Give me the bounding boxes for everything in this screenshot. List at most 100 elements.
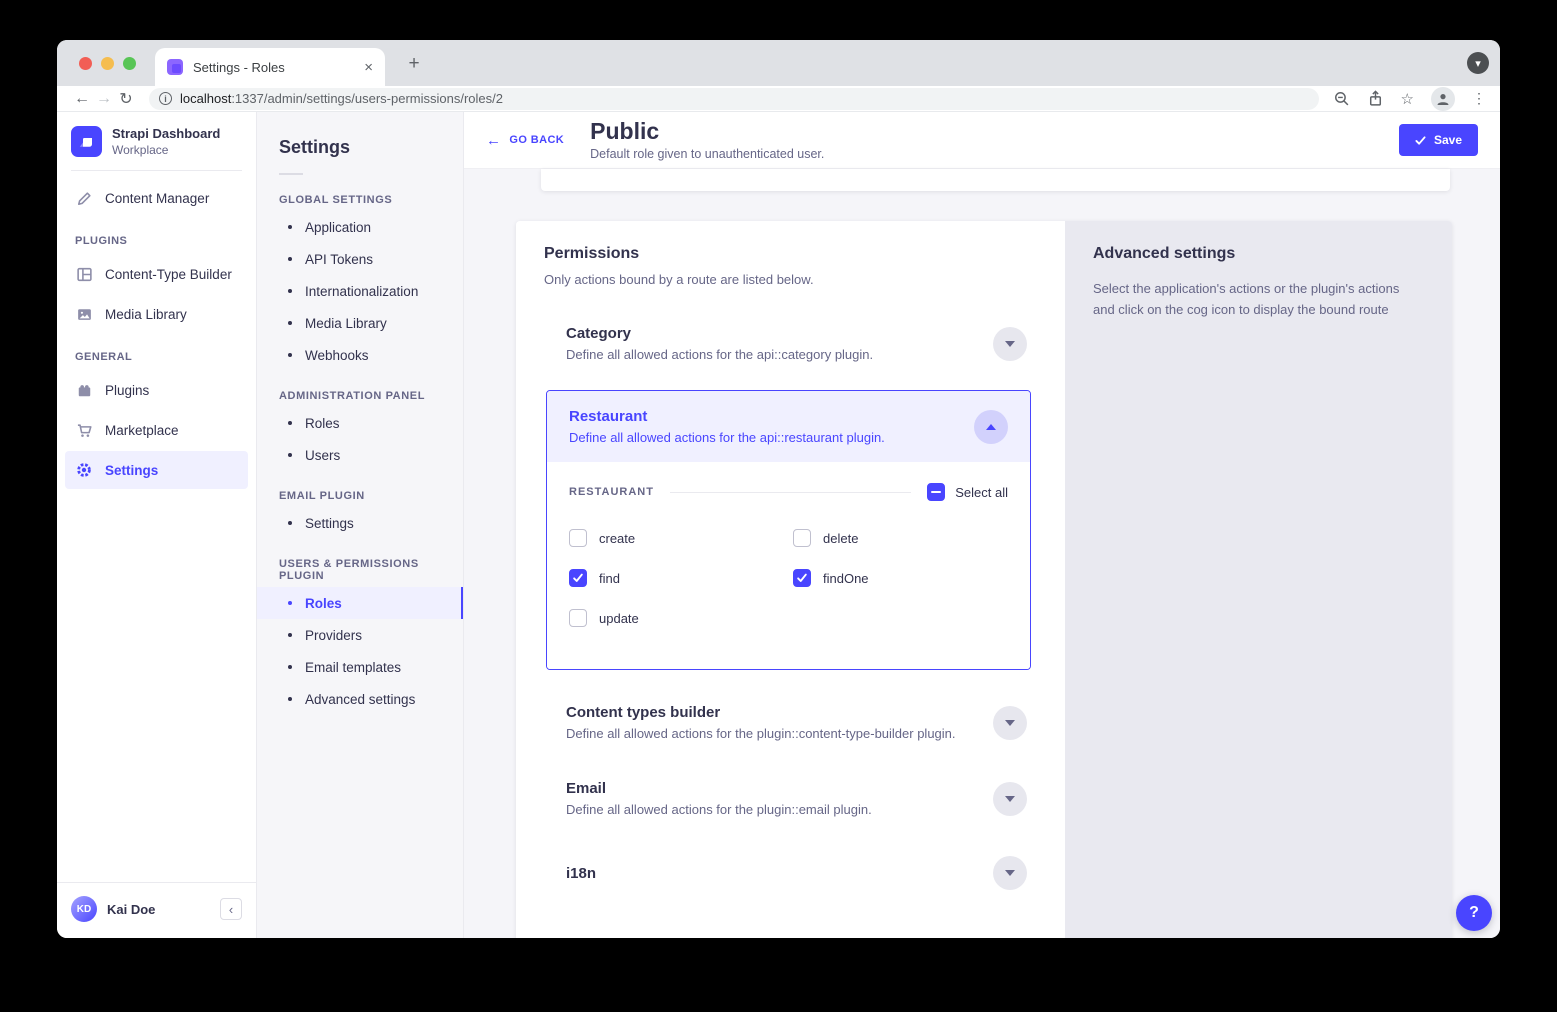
sidebar-item-plugins[interactable]: Plugins (65, 371, 248, 409)
address-bar[interactable]: i localhost:1337/admin/settings/users-pe… (149, 88, 1319, 110)
sidebar-item-settings[interactable]: Settings (65, 451, 248, 489)
tab-strip: Settings - Roles × + ▾ (57, 40, 1500, 86)
pen-icon (75, 189, 93, 207)
help-button[interactable]: ? (1456, 895, 1492, 931)
strapi-logo-icon (71, 126, 102, 157)
minimize-window-button[interactable] (101, 57, 114, 70)
subnav-item-label: Roles (305, 416, 340, 431)
subnav-item-providers[interactable]: Providers (257, 619, 463, 651)
select-all-control[interactable]: Select all (927, 483, 1008, 501)
zoom-window-button[interactable] (123, 57, 136, 70)
update-checkbox[interactable] (569, 609, 587, 627)
expand-i18n-button[interactable] (993, 856, 1027, 890)
permission-create[interactable]: create (569, 529, 793, 547)
page-title: Public (590, 119, 824, 144)
restaurant-group-row: RESTAURANT Select all (569, 483, 1008, 501)
divider (279, 173, 303, 175)
permission-label: update (599, 611, 639, 626)
permission-update[interactable]: update (569, 609, 793, 627)
subnav-item-admin-roles[interactable]: Roles (257, 407, 463, 439)
permission-find[interactable]: find (569, 569, 793, 587)
subnav-item-media-library[interactable]: Media Library (257, 307, 463, 339)
accordion-content-types-builder[interactable]: Content types builder Define all allowed… (544, 704, 1037, 741)
subnav-item-up-roles[interactable]: Roles (257, 587, 463, 619)
advanced-settings-heading: Advanced settings (1093, 245, 1424, 263)
subnav-item-advanced-settings[interactable]: Advanced settings (257, 683, 463, 715)
subnav-item-api-tokens[interactable]: API Tokens (257, 243, 463, 275)
site-info-icon[interactable]: i (159, 92, 172, 105)
avatar[interactable]: KD (71, 896, 97, 922)
sidebar-item-media-library[interactable]: Media Library (65, 295, 248, 333)
accordion-category[interactable]: Category Define all allowed actions for … (544, 325, 1037, 362)
close-window-button[interactable] (79, 57, 92, 70)
url-host: localhost (180, 91, 231, 106)
findone-checkbox[interactable] (793, 569, 811, 587)
subnav-item-application[interactable]: Application (257, 211, 463, 243)
share-icon[interactable] (1367, 90, 1384, 107)
page-subtitle: Default role given to unauthenticated us… (590, 147, 824, 161)
accordion-description: Define all allowed actions for the api::… (566, 347, 873, 362)
zoom-out-icon[interactable] (1333, 90, 1350, 107)
sidebar-item-label: Settings (105, 463, 158, 478)
bullet-dot (288, 633, 292, 637)
collapse-sidebar-button[interactable]: ‹ (220, 898, 242, 920)
bookmark-star-icon[interactable]: ☆ (1401, 90, 1414, 108)
subnav-item-label: Providers (305, 628, 362, 643)
cart-icon (75, 421, 93, 439)
reload-icon[interactable]: ↻ (115, 89, 137, 109)
bullet-dot (288, 257, 292, 261)
permission-delete[interactable]: delete (793, 529, 1008, 547)
tab-title: Settings - Roles (193, 60, 356, 75)
subnav-item-email-templates[interactable]: Email templates (257, 651, 463, 683)
accordion-i18n[interactable]: i18n (544, 856, 1037, 890)
caret-down-icon (1005, 870, 1015, 876)
browser-tab[interactable]: Settings - Roles × (155, 48, 385, 86)
forward-icon: → (93, 90, 115, 108)
accordion-email[interactable]: Email Define all allowed actions for the… (544, 780, 1037, 817)
find-checkbox[interactable] (569, 569, 587, 587)
permissions-checkbox-grid: create delete find (569, 529, 1008, 627)
subnav-item-admin-users[interactable]: Users (257, 439, 463, 471)
tab-search-icon[interactable]: ▾ (1467, 52, 1489, 74)
delete-checkbox[interactable] (793, 529, 811, 547)
expand-content-types-builder-button[interactable] (993, 706, 1027, 740)
advanced-settings-description: Select the application's actions or the … (1093, 279, 1424, 321)
save-label: Save (1434, 133, 1462, 147)
subnav-item-webhooks[interactable]: Webhooks (257, 339, 463, 371)
sidebar-footer: KD Kai Doe ‹ (57, 883, 256, 938)
workspace-brand[interactable]: Strapi Dashboard Workplace (57, 112, 256, 168)
sidebar-item-marketplace[interactable]: Marketplace (65, 411, 248, 449)
select-all-checkbox[interactable] (927, 483, 945, 501)
sidebar-item-content-manager[interactable]: Content Manager (65, 179, 248, 217)
subnav-title: Settings (279, 137, 463, 158)
traffic-lights (79, 57, 136, 70)
accordion-text: Email Define all allowed actions for the… (566, 780, 872, 817)
browser-profile-icon[interactable] (1431, 87, 1455, 111)
subnav-item-label: Roles (305, 596, 342, 611)
permission-label: create (599, 531, 635, 546)
sidebar-item-content-type-builder[interactable]: Content-Type Builder (65, 255, 248, 293)
accordion-restaurant-header[interactable]: Restaurant Define all allowed actions fo… (547, 391, 1030, 462)
expand-category-button[interactable] (993, 327, 1027, 361)
new-tab-button[interactable]: + (402, 52, 426, 76)
sidebar-item-label: Media Library (105, 307, 187, 322)
create-checkbox[interactable] (569, 529, 587, 547)
accordion-text: Restaurant Define all allowed actions fo… (569, 408, 885, 445)
user-name[interactable]: Kai Doe (107, 902, 155, 917)
save-button[interactable]: Save (1399, 124, 1478, 156)
accordion-description: Define all allowed actions for the plugi… (566, 726, 956, 741)
brand-text: Strapi Dashboard Workplace (112, 126, 220, 157)
accordion-name: Email (566, 780, 872, 797)
close-tab-icon[interactable]: × (364, 59, 373, 76)
go-back-link[interactable]: ← GO BACK (486, 132, 564, 149)
browser-menu-icon[interactable]: ⋮ (1472, 90, 1486, 107)
workspace-subtitle: Workplace (112, 143, 220, 157)
subnav-item-internationalization[interactable]: Internationalization (257, 275, 463, 307)
back-icon[interactable]: ← (71, 90, 93, 108)
subnav-item-email-settings[interactable]: Settings (257, 507, 463, 539)
collapse-restaurant-button[interactable] (974, 410, 1008, 444)
expand-email-button[interactable] (993, 782, 1027, 816)
permission-findone[interactable]: findOne (793, 569, 1008, 587)
bullet-dot (288, 321, 292, 325)
subnav-item-label: API Tokens (305, 252, 373, 267)
